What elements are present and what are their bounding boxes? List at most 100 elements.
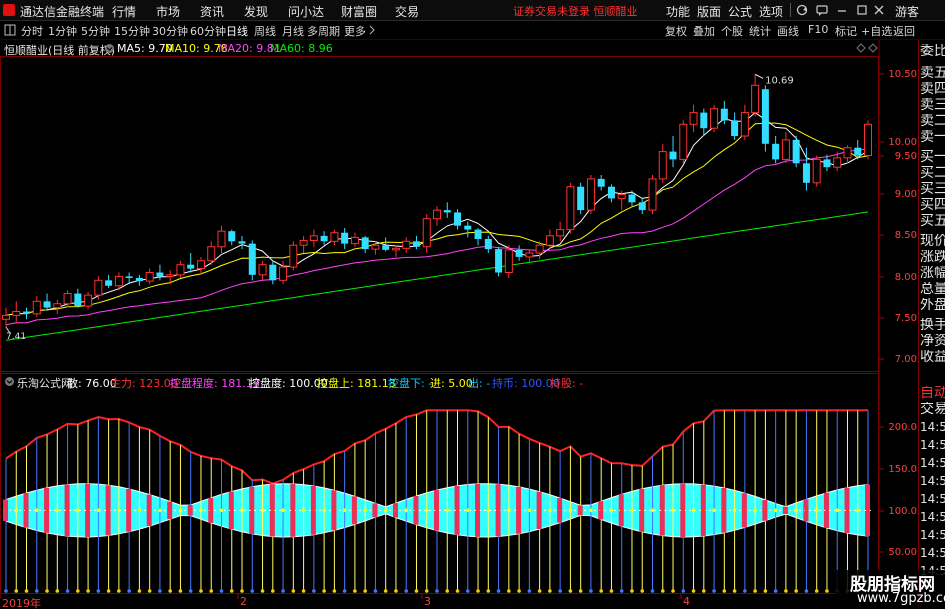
tab-auto[interactable]: 自动 (920, 386, 945, 400)
minimize-icon[interactable] (835, 3, 849, 17)
tab-more[interactable]: 更多 (344, 23, 366, 39)
chevron-right-icon[interactable] (368, 25, 376, 35)
menu-layout[interactable]: 版面 (697, 3, 721, 20)
btn-mark[interactable]: 标记 (835, 23, 857, 39)
side-label[interactable]: 委比 (920, 44, 945, 58)
tab-15min[interactable]: 15分钟 (114, 23, 150, 39)
control-degree-dot (158, 508, 162, 513)
side-label[interactable]: 买三 (920, 182, 945, 196)
control-degree-dot (732, 508, 737, 513)
tab-trade[interactable]: 交易 (920, 402, 945, 416)
side-label[interactable]: 涨幅 (920, 266, 945, 280)
side-label[interactable]: 卖三 (920, 98, 945, 112)
side-label[interactable]: 买一 (920, 150, 945, 164)
menu-formula[interactable]: 公式 (728, 3, 752, 20)
side-label[interactable]: 买二 (920, 166, 945, 180)
side-label[interactable]: 外盘 (920, 298, 945, 312)
chat-icon[interactable] (815, 3, 829, 17)
stock-name[interactable]: 恒顺醋业(日线 前复权) (4, 42, 115, 58)
trade-time: 14:56 (920, 546, 945, 560)
side-label[interactable]: 换手 (920, 318, 945, 332)
side-label[interactable]: 卖一 (920, 130, 945, 144)
tab-daily[interactable]: 日线 (226, 23, 248, 39)
signal-dot (188, 589, 193, 593)
btn-back[interactable]: 返回 (893, 23, 915, 39)
side-label[interactable]: 买五 (920, 214, 945, 228)
side-label[interactable]: 卖二 (920, 114, 945, 128)
candle-body (12, 311, 21, 316)
price-axis-label: 9.00 (894, 189, 917, 200)
refresh-icon[interactable] (795, 3, 809, 17)
candle-body (864, 123, 872, 157)
candle (843, 145, 852, 164)
diamond-icon[interactable] (856, 43, 866, 53)
tab-30min[interactable]: 30分钟 (152, 23, 188, 39)
candle (525, 249, 534, 263)
control-degree-dot (722, 508, 727, 513)
candle (320, 231, 328, 246)
control-degree-dot (445, 508, 450, 513)
btn-adjust[interactable]: 复权 (665, 23, 687, 39)
btn-overlay[interactable]: 叠加 (693, 23, 715, 39)
menu-ask[interactable]: 问小达 (288, 3, 324, 20)
close-icon[interactable] (872, 3, 886, 17)
candle (679, 120, 688, 164)
tab-60min[interactable]: 60分钟 (190, 23, 226, 39)
menu-wealth[interactable]: 财富圈 (341, 3, 377, 20)
maximize-icon[interactable] (855, 3, 869, 17)
side-label[interactable]: 涨跌 (920, 250, 945, 264)
control-degree-dot (568, 508, 573, 513)
menu-options[interactable]: 选项 (759, 3, 783, 20)
side-label[interactable]: 买四 (920, 198, 945, 212)
toolbar-grid-icon[interactable] (4, 24, 16, 36)
candle-body (504, 249, 513, 274)
user-label[interactable]: 游客 (895, 3, 919, 20)
signal-dot (650, 589, 655, 593)
menu-function[interactable]: 功能 (666, 3, 690, 20)
control-degree-dot (168, 508, 172, 513)
btn-draw[interactable]: 画线 (777, 23, 799, 39)
chart-canvas[interactable]: 10.69 7.41 (0, 0, 945, 609)
candle (94, 276, 103, 300)
tab-weekly[interactable]: 周线 (254, 23, 276, 39)
btn-add-favorite[interactable]: +自选 (861, 23, 892, 39)
control-degree-dot (291, 508, 296, 513)
btn-stock[interactable]: 个股 (721, 23, 743, 39)
side-label[interactable]: 收益 (920, 350, 945, 364)
candle (504, 245, 513, 278)
candle-body (289, 244, 298, 268)
candle-body (751, 84, 760, 114)
side-label[interactable]: 卖四 (920, 82, 945, 96)
tab-multi-period[interactable]: 多周期 (307, 23, 340, 39)
menu-market[interactable]: 行情 (112, 3, 136, 20)
menu-exchange[interactable]: 市场 (156, 3, 180, 20)
signal-dot (465, 589, 470, 593)
tab-5min[interactable]: 5分钟 (81, 23, 110, 39)
tab-1min[interactable]: 1分钟 (48, 23, 77, 39)
btn-stats[interactable]: 统计 (749, 23, 771, 39)
side-label[interactable]: 净资 (920, 334, 945, 348)
menu-discover[interactable]: 发现 (244, 3, 268, 20)
signal-dot (599, 589, 603, 593)
candle-body (792, 139, 800, 164)
candle (586, 175, 595, 214)
candle (515, 245, 523, 261)
side-label[interactable]: 卖五 (920, 66, 945, 80)
btn-f10[interactable]: F10 (808, 23, 828, 36)
indicator-name[interactable]: 乐淘公式网 (17, 375, 72, 391)
signal-dot (517, 589, 521, 593)
signal-dot (373, 589, 378, 593)
control-degree-dot (147, 508, 152, 513)
menu-news[interactable]: 资讯 (200, 3, 224, 20)
side-label[interactable]: 现价 (920, 234, 945, 248)
candle-body (761, 89, 769, 144)
settings-icon[interactable] (104, 43, 115, 54)
indicator-settings-icon[interactable] (4, 376, 15, 387)
candle-body (135, 277, 143, 282)
menu-trade[interactable]: 交易 (395, 3, 419, 20)
signal-dot (76, 589, 80, 593)
side-label[interactable]: 总量 (920, 282, 945, 296)
tab-monthly[interactable]: 月线 (282, 23, 304, 39)
diamond-icon[interactable] (868, 43, 878, 53)
tab-intraday[interactable]: 分时 (21, 23, 43, 39)
